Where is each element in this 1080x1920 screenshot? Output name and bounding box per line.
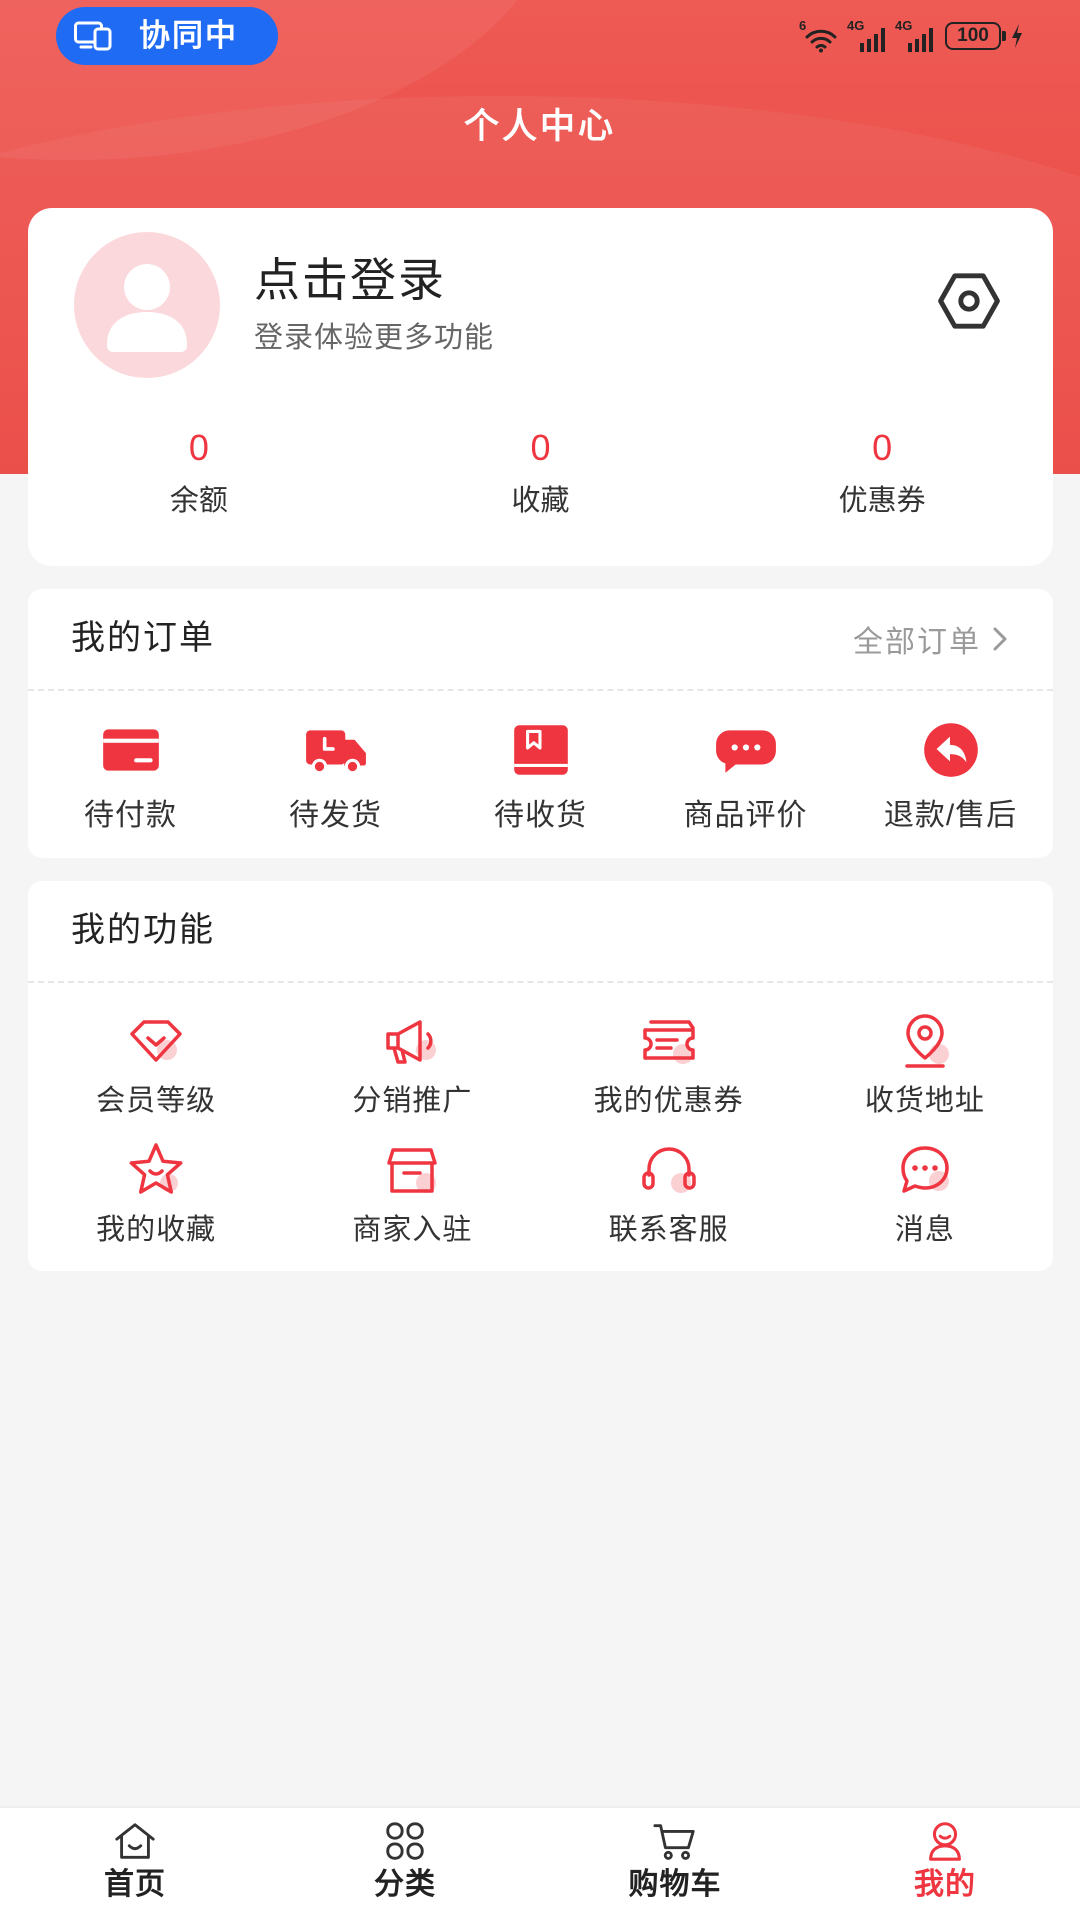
function-merchant-entry[interactable]: 商家入驻 bbox=[284, 1120, 540, 1249]
comment-icon bbox=[715, 730, 776, 773]
tab-label: 首页 bbox=[104, 1868, 166, 1901]
star-icon bbox=[129, 1143, 183, 1194]
login-subtitle: 登录体验更多功能 bbox=[254, 322, 495, 354]
stat-coupons[interactable]: 0 优惠券 bbox=[711, 426, 1053, 520]
orders-title: 我的订单 bbox=[71, 619, 215, 657]
wifi-icon bbox=[805, 29, 837, 53]
order-pending-payment[interactable]: 待付款 bbox=[28, 699, 233, 835]
page-title: 个人中心 bbox=[463, 107, 616, 146]
profile-card: 点击登录 登录体验更多功能 0 余额 0 收藏 0 优惠券 bbox=[28, 208, 1053, 566]
avatar[interactable] bbox=[74, 232, 220, 378]
location-icon bbox=[905, 1014, 949, 1068]
card-icon bbox=[102, 729, 159, 771]
stat-value: 0 bbox=[530, 427, 551, 468]
avatar-placeholder-icon bbox=[74, 232, 220, 378]
stat-balance[interactable]: 0 余额 bbox=[28, 426, 370, 520]
login-link[interactable]: 点击登录 bbox=[254, 252, 446, 308]
order-status-row: 待付款 待发货 待收货 商品评价 退款/售后 bbox=[28, 699, 1053, 835]
truck-icon bbox=[305, 730, 366, 775]
grid-icon bbox=[386, 1822, 424, 1860]
order-item-label: 退款/售后 bbox=[883, 799, 1018, 832]
settings-icon bbox=[938, 273, 1000, 329]
function-label: 分销推广 bbox=[352, 1085, 473, 1117]
function-label: 会员等级 bbox=[96, 1085, 217, 1117]
battery-nub bbox=[1002, 31, 1006, 41]
tab-mine[interactable]: 我的 bbox=[810, 1808, 1080, 1920]
function-my-coupons[interactable]: 我的优惠券 bbox=[541, 991, 797, 1120]
package-icon bbox=[513, 725, 568, 775]
functions-card: 我的功能 会员等级 分销推广 我的优惠券 收货地址 我的收藏 商家入驻 联系客服… bbox=[28, 881, 1053, 1271]
profile-stats: 0 余额 0 收藏 0 优惠券 bbox=[28, 426, 1053, 520]
stat-value: 0 bbox=[188, 427, 209, 468]
orders-card: 我的订单 全部订单 待付款 待发货 待收货 商品评价 退款/售后 bbox=[28, 589, 1053, 858]
divider bbox=[28, 981, 1053, 983]
order-item-label: 商品评价 bbox=[683, 799, 808, 832]
stat-label: 余额 bbox=[169, 485, 228, 517]
message-icon bbox=[901, 1146, 949, 1193]
function-my-favorites[interactable]: 我的收藏 bbox=[28, 1120, 284, 1249]
functions-grid: 会员等级 分销推广 我的优惠券 收货地址 我的收藏 商家入驻 联系客服 消息 bbox=[28, 991, 1053, 1249]
stat-label: 优惠券 bbox=[838, 485, 926, 517]
divider bbox=[28, 689, 1053, 691]
battery-icon: 100 bbox=[945, 22, 1001, 50]
tab-label: 我的 bbox=[914, 1868, 976, 1901]
stat-value: 0 bbox=[872, 427, 893, 468]
status-icons: 6 4G 4G 100 bbox=[791, 16, 1024, 56]
order-item-label: 待付款 bbox=[84, 799, 177, 832]
function-customer-service[interactable]: 联系客服 bbox=[541, 1120, 797, 1249]
collab-label: 协同中 bbox=[139, 18, 238, 53]
home-icon bbox=[115, 1823, 155, 1859]
function-distribution[interactable]: 分销推广 bbox=[284, 991, 540, 1120]
all-orders-link[interactable]: 全部订单 bbox=[853, 619, 1009, 659]
cart-icon bbox=[653, 1824, 695, 1860]
chevron-right-icon bbox=[993, 627, 1007, 651]
function-membership-level[interactable]: 会员等级 bbox=[28, 991, 284, 1120]
tab-cart[interactable]: 购物车 bbox=[540, 1808, 810, 1920]
tab-home[interactable]: 首页 bbox=[0, 1808, 270, 1920]
gem-icon bbox=[130, 1020, 182, 1062]
order-pending-shipment[interactable]: 待发货 bbox=[233, 699, 438, 835]
bottom-tab-bar: 首页 分类 购物车 我的 bbox=[0, 1806, 1080, 1920]
function-label: 我的收藏 bbox=[96, 1214, 217, 1246]
cellular-indicator-1: 4G bbox=[847, 19, 887, 53]
collab-status-pill[interactable]: 协同中 bbox=[56, 7, 278, 65]
order-review[interactable]: 商品评价 bbox=[643, 699, 848, 835]
headset-icon bbox=[641, 1147, 696, 1193]
tab-label: 购物车 bbox=[628, 1868, 722, 1901]
battery-level: 100 bbox=[957, 25, 989, 46]
cellular-indicator-2: 4G bbox=[895, 19, 935, 53]
user-icon bbox=[929, 1822, 961, 1861]
function-label: 联系客服 bbox=[608, 1214, 729, 1246]
shop-icon bbox=[387, 1148, 438, 1193]
function-messages[interactable]: 消息 bbox=[797, 1120, 1053, 1249]
settings-button[interactable] bbox=[934, 266, 1004, 336]
function-label: 消息 bbox=[894, 1214, 955, 1246]
order-item-label: 待发货 bbox=[289, 799, 382, 832]
network-label-2: 4G bbox=[895, 18, 913, 33]
network-label-1: 4G bbox=[847, 18, 865, 33]
devices-icon bbox=[74, 21, 112, 51]
tab-label: 分类 bbox=[374, 1868, 436, 1901]
wifi-label: 6 bbox=[799, 18, 807, 33]
charging-icon bbox=[1012, 24, 1022, 48]
megaphone-icon bbox=[386, 1020, 437, 1064]
stat-label: 收藏 bbox=[511, 485, 570, 517]
return-icon bbox=[923, 723, 978, 777]
function-label: 我的优惠券 bbox=[593, 1085, 744, 1117]
order-refund[interactable]: 退款/售后 bbox=[848, 699, 1053, 835]
order-item-label: 待收货 bbox=[494, 799, 587, 832]
function-label: 收货地址 bbox=[864, 1085, 985, 1117]
wifi-indicator: 6 bbox=[799, 19, 839, 53]
coupon-icon bbox=[642, 1020, 695, 1064]
all-orders-label: 全部订单 bbox=[853, 626, 981, 659]
functions-title: 我的功能 bbox=[71, 911, 215, 949]
order-pending-receipt[interactable]: 待收货 bbox=[438, 699, 643, 835]
stat-favorites[interactable]: 0 收藏 bbox=[370, 426, 712, 520]
function-shipping-address[interactable]: 收货地址 bbox=[797, 991, 1053, 1120]
function-label: 商家入驻 bbox=[352, 1214, 473, 1246]
tab-category[interactable]: 分类 bbox=[270, 1808, 540, 1920]
